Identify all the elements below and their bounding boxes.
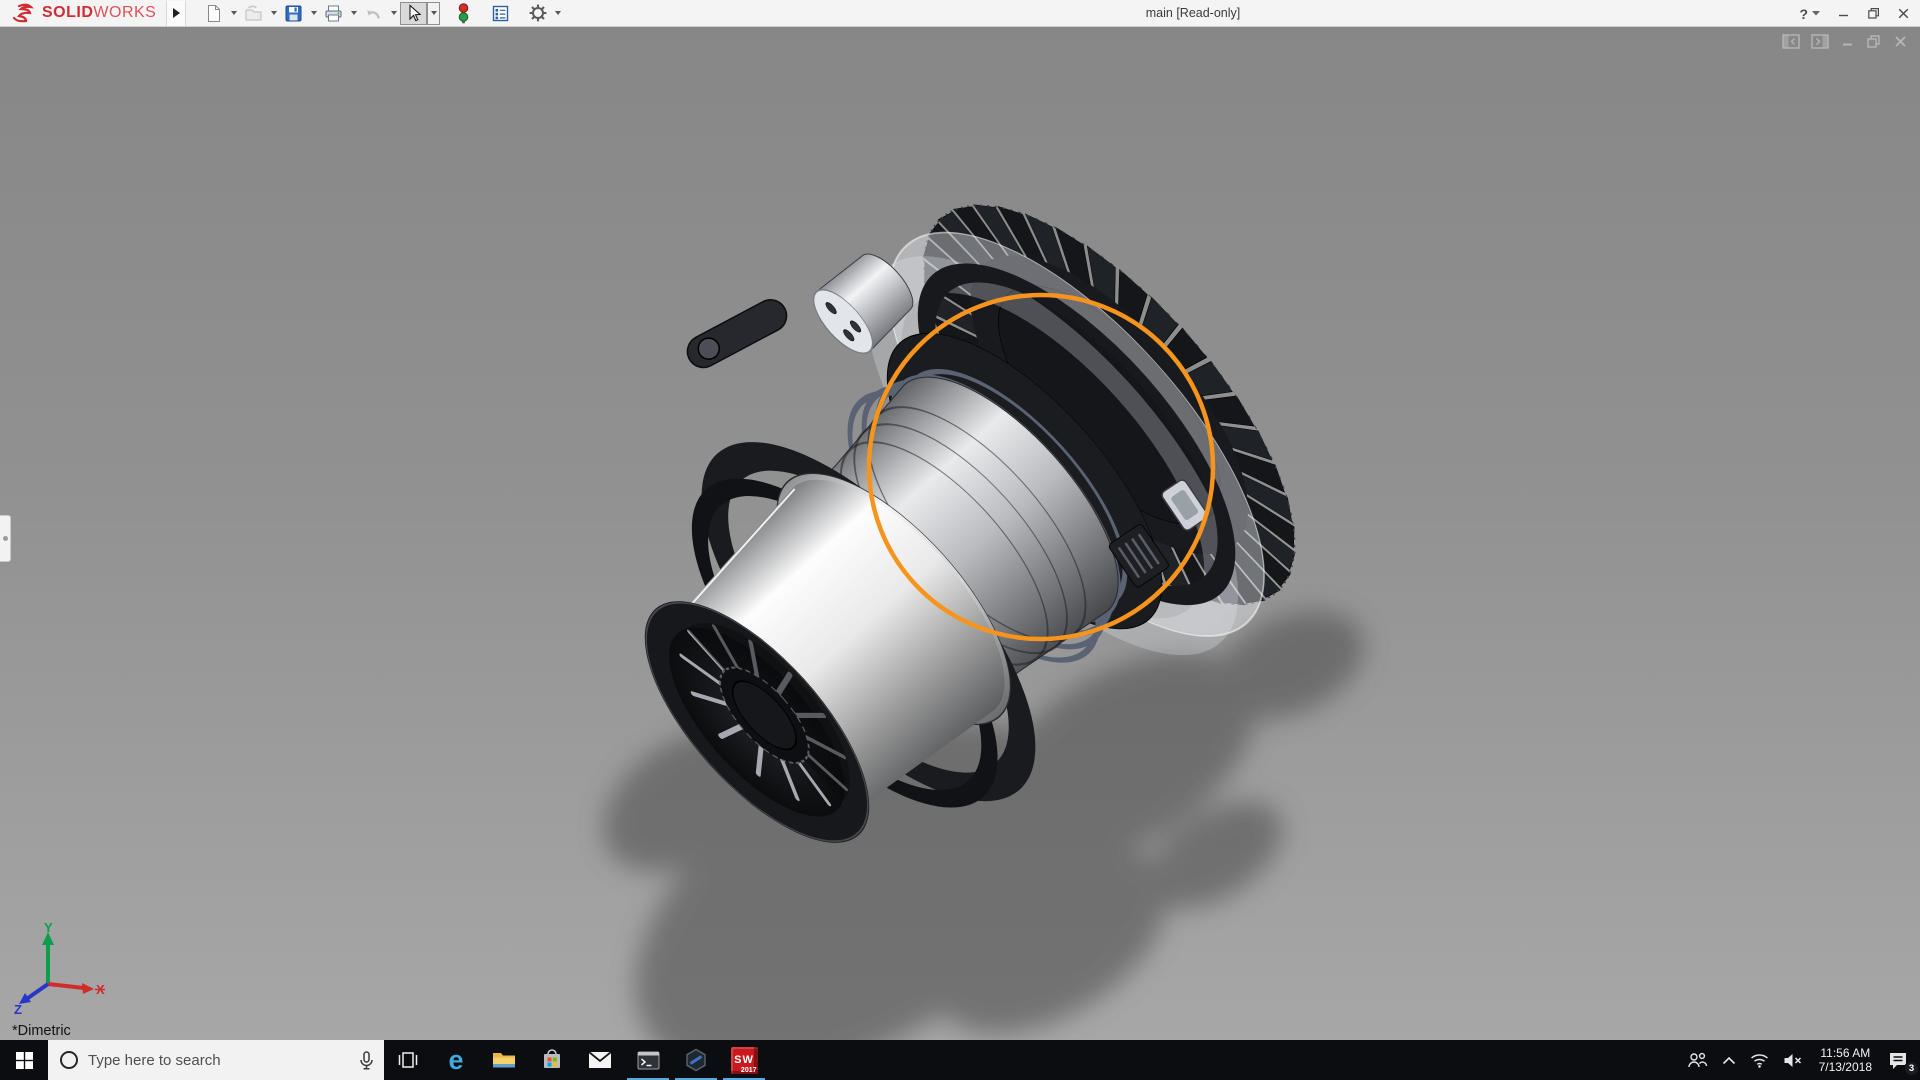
clock[interactable]: 11:56 AM 7/13/2018 — [1810, 1040, 1881, 1080]
doc-restore-button[interactable] — [1866, 34, 1882, 49]
tray-time: 11:56 AM — [1819, 1046, 1872, 1060]
help-glyph: ? — [1799, 6, 1808, 22]
tray-date: 7/13/2018 — [1819, 1060, 1872, 1074]
windows-logo-icon — [16, 1052, 33, 1069]
feature-manager-tab[interactable] — [0, 515, 11, 562]
people-button[interactable] — [1679, 1040, 1715, 1080]
hexagon-app-icon — [684, 1048, 708, 1072]
select-button[interactable] — [400, 2, 427, 25]
save-icon — [283, 3, 304, 24]
solidworks-logo: SOLIDWORKS — [0, 0, 166, 26]
new-document-dropdown[interactable] — [227, 2, 240, 25]
task-view-icon — [397, 1050, 419, 1070]
open-dropdown[interactable] — [267, 2, 280, 25]
triad-y-label: Y — [44, 922, 53, 935]
people-icon — [1686, 1052, 1708, 1069]
volume-button[interactable] — [1776, 1040, 1810, 1080]
start-button[interactable] — [0, 1040, 48, 1080]
document-window-controls — [1782, 34, 1908, 49]
restore-button[interactable] — [1867, 7, 1880, 20]
solidworks-mark-icon — [12, 3, 38, 23]
design-table-button[interactable] — [487, 2, 514, 25]
help-button[interactable]: ? — [1799, 6, 1820, 22]
new-document-button[interactable] — [200, 2, 227, 25]
microphone-icon[interactable] — [359, 1051, 374, 1070]
appearance-button[interactable] — [450, 2, 477, 25]
save-button[interactable] — [280, 2, 307, 25]
save-dropdown[interactable] — [307, 2, 320, 25]
screen: { "colors": { "accent-orange": "#F7941E"… — [0, 0, 1920, 1080]
doc-pane-right-button[interactable] — [1811, 34, 1829, 49]
print-button[interactable] — [320, 2, 347, 25]
toolbar-flyout-button[interactable] — [166, 1, 186, 26]
print-dropdown[interactable] — [347, 2, 360, 25]
options-dropdown[interactable] — [551, 2, 564, 25]
select-cursor-icon — [403, 3, 424, 24]
toolbar — [200, 2, 564, 25]
hidden-icons-button[interactable] — [1715, 1040, 1743, 1080]
print-icon — [323, 3, 344, 24]
file-explorer-icon — [492, 1050, 516, 1070]
edge-button[interactable]: e — [432, 1040, 480, 1080]
task-view-button[interactable] — [384, 1040, 432, 1080]
microsoft-store-button[interactable] — [528, 1040, 576, 1080]
open-button[interactable] — [240, 2, 267, 25]
new-document-icon — [203, 3, 224, 24]
notification-badge: 3 — [1904, 1061, 1919, 1076]
taskbar: e — [0, 1040, 1920, 1080]
undo-dropdown[interactable] — [387, 2, 400, 25]
window-controls: ? — [1799, 0, 1910, 27]
network-button[interactable] — [1743, 1040, 1776, 1080]
file-explorer-button[interactable] — [480, 1040, 528, 1080]
select-dropdown[interactable] — [427, 2, 440, 25]
document-title: main [Read-only] — [1146, 6, 1241, 20]
command-prompt-button[interactable] — [624, 1040, 672, 1080]
wifi-icon — [1750, 1053, 1769, 1068]
design-table-icon — [490, 3, 511, 24]
bracket-arm[interactable] — [682, 294, 792, 373]
traffic-light-icon — [453, 2, 474, 24]
graphics-viewport[interactable]: Y X Z *Dimetric — [0, 27, 1920, 1040]
orientation-triad[interactable]: Y X Z — [6, 922, 106, 1014]
gear-icon — [527, 2, 549, 24]
options-button[interactable] — [524, 2, 551, 25]
taskbar-search[interactable] — [48, 1040, 384, 1080]
undo-icon — [363, 3, 384, 24]
doc-minimize-button[interactable] — [1840, 34, 1855, 49]
edge-icon: e — [448, 1047, 463, 1074]
doc-pane-left-button[interactable] — [1782, 34, 1800, 49]
solidworks-2017-button[interactable]: SW 2017 — [720, 1040, 768, 1080]
mail-button[interactable] — [576, 1040, 624, 1080]
cad-hexagon-app-button[interactable] — [672, 1040, 720, 1080]
cortana-icon — [60, 1051, 78, 1069]
store-icon — [541, 1049, 563, 1071]
panel-tab-dot — [3, 536, 8, 541]
triad-z-label: Z — [14, 1002, 22, 1014]
volume-muted-icon — [1783, 1053, 1803, 1068]
close-button[interactable] — [1897, 7, 1910, 20]
solidworks-2017-icon: SW 2017 — [731, 1047, 758, 1074]
command-prompt-icon — [637, 1051, 660, 1070]
mail-icon — [588, 1051, 612, 1069]
minimize-button[interactable] — [1837, 7, 1850, 20]
action-center-button[interactable]: 3 — [1881, 1040, 1920, 1080]
open-icon — [243, 3, 264, 24]
chevron-up-icon — [1722, 1056, 1736, 1065]
undo-button[interactable] — [360, 2, 387, 25]
search-input[interactable] — [88, 1052, 349, 1069]
system-tray: 11:56 AM 7/13/2018 3 — [1679, 1040, 1920, 1080]
doc-close-button[interactable] — [1893, 34, 1908, 49]
help-dropdown-icon — [1812, 11, 1820, 16]
titlebar: SOLIDWORKS — [0, 0, 1920, 27]
brand-text: SOLIDWORKS — [42, 4, 156, 22]
engine-scene — [0, 27, 1920, 1040]
view-orientation-label: *Dimetric — [12, 1023, 71, 1039]
